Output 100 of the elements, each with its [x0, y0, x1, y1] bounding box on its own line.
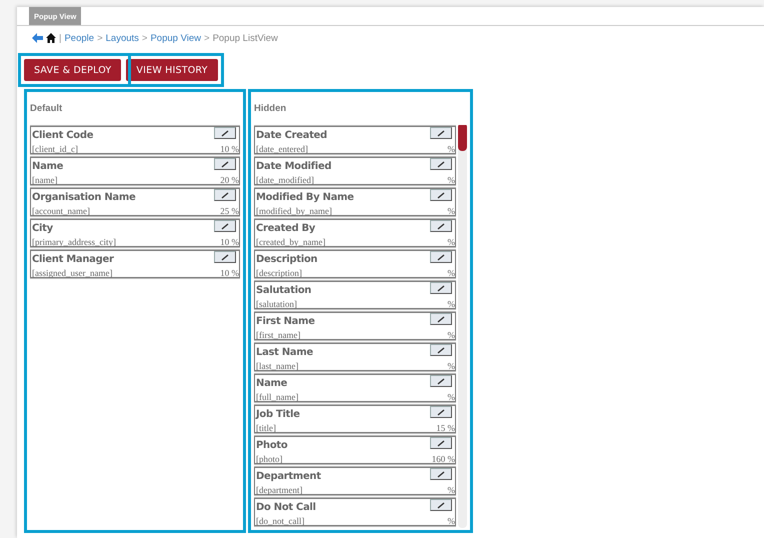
- edit-button[interactable]: [430, 189, 452, 201]
- field-card[interactable]: Name [full_name] %: [254, 374, 456, 402]
- edit-button[interactable]: [430, 127, 452, 139]
- field-label: Client Manager: [32, 254, 114, 265]
- edit-button[interactable]: [430, 406, 452, 418]
- back-icon[interactable]: [32, 33, 43, 43]
- field-label: Do Not Call: [256, 502, 316, 513]
- field-card[interactable]: Department [department] %: [254, 467, 456, 495]
- field-card[interactable]: Date Created [date_entered] %: [254, 126, 456, 154]
- field-width: %: [448, 361, 455, 371]
- action-button[interactable]: VIEW HISTORY: [126, 59, 218, 81]
- field-card[interactable]: Last Name [last_name] %: [254, 343, 456, 371]
- pencil-icon: [437, 470, 445, 478]
- field-card[interactable]: Client Code [client_id_c] 10 %: [30, 126, 240, 154]
- breadcrumb-separator: >: [142, 32, 148, 44]
- field-width: 20 %: [220, 175, 239, 185]
- breadcrumb-separator: >: [204, 32, 210, 44]
- breadcrumb-link[interactable]: Popup View: [150, 32, 201, 44]
- edit-button[interactable]: [214, 127, 236, 139]
- pencil-icon: [437, 408, 445, 416]
- field-name: [description]: [256, 268, 302, 278]
- field-name: [date_modified]: [256, 175, 314, 185]
- home-icon[interactable]: [46, 33, 56, 43]
- field-name: [primary_address_city]: [32, 237, 116, 247]
- scrollbar-thumb[interactable]: [458, 125, 467, 151]
- edit-button[interactable]: [214, 251, 236, 263]
- field-label: Salutation: [256, 285, 312, 296]
- field-label: Description: [256, 254, 318, 265]
- field-card[interactable]: First Name [first_name] %: [254, 312, 456, 340]
- field-name: [modified_by_name]: [256, 206, 332, 216]
- field-width: %: [448, 330, 455, 340]
- action-button[interactable]: SAVE & DEPLOY: [24, 59, 122, 81]
- field-card[interactable]: Client Manager [assigned_user_name] 10 %: [30, 250, 240, 278]
- field-label: Name: [256, 378, 288, 389]
- field-width: %: [448, 237, 455, 247]
- pencil-icon: [221, 222, 229, 230]
- edit-button[interactable]: [430, 437, 452, 449]
- field-name: [account_name]: [32, 206, 90, 216]
- pencil-icon: [437, 192, 445, 198]
- pencil-icon: [437, 254, 445, 260]
- pencil-icon: [437, 440, 445, 446]
- field-card[interactable]: Photo [photo] 160 %: [254, 436, 456, 464]
- field-card[interactable]: Created By [created_by_name] %: [254, 219, 456, 247]
- edit-button[interactable]: [214, 158, 236, 170]
- field-label: Name: [32, 161, 64, 172]
- field-card[interactable]: City [primary_address_city] 10 %: [30, 219, 240, 247]
- field-card[interactable]: Date Modified [date_modified] %: [254, 157, 456, 185]
- field-name: [name]: [32, 175, 58, 185]
- field-width: %: [448, 175, 455, 185]
- breadcrumb-link[interactable]: Layouts: [106, 32, 139, 44]
- scrollbar[interactable]: [458, 125, 467, 528]
- edit-button[interactable]: [214, 189, 236, 201]
- edit-button[interactable]: [430, 468, 452, 480]
- field-card[interactable]: Job Title [title] 15 %: [254, 405, 456, 433]
- field-width: %: [448, 516, 455, 526]
- breadcrumb-divider: |: [59, 32, 62, 44]
- edit-button[interactable]: [430, 313, 452, 325]
- edit-button[interactable]: [430, 344, 452, 356]
- field-card[interactable]: Modified By Name [modified_by_name] %: [254, 188, 456, 216]
- breadcrumb-link[interactable]: People: [64, 32, 94, 44]
- field-width: 15 %: [436, 423, 455, 433]
- column-title: Default: [30, 103, 64, 116]
- pencil-icon: [437, 160, 445, 168]
- edit-button[interactable]: [430, 499, 452, 511]
- pencil-icon: [221, 254, 229, 260]
- pencil-icon: [221, 192, 229, 198]
- pencil-icon: [437, 502, 445, 508]
- field-label: Client Code: [32, 130, 94, 141]
- pencil-icon: [437, 130, 445, 136]
- field-card[interactable]: Salutation [salutation] %: [254, 281, 456, 309]
- field-width: %: [448, 268, 455, 278]
- field-label: Date Modified: [256, 161, 332, 172]
- field-name: [full_name]: [256, 392, 298, 402]
- field-name: [date_entered]: [256, 144, 308, 154]
- field-name: [client_id_c]: [32, 144, 78, 154]
- field-width: 10 %: [220, 144, 239, 154]
- edit-button[interactable]: [430, 375, 452, 387]
- field-width: %: [448, 144, 455, 154]
- field-name: [photo]: [256, 454, 282, 464]
- edit-button[interactable]: [430, 158, 452, 170]
- field-width: %: [448, 299, 455, 309]
- field-label: Department: [256, 471, 321, 482]
- field-card[interactable]: Do Not Call [do_not_call] %: [254, 498, 456, 526]
- field-card[interactable]: Name [name] 20 %: [30, 157, 240, 185]
- field-label: First Name: [256, 316, 315, 327]
- field-width: 10 %: [220, 268, 239, 278]
- field-label: Photo: [256, 440, 288, 451]
- field-label: Date Created: [256, 130, 328, 141]
- field-card[interactable]: Organisation Name [account_name] 25 %: [30, 188, 240, 216]
- breadcrumb-separator: >: [97, 32, 103, 44]
- field-card[interactable]: Description [description] %: [254, 250, 456, 278]
- edit-button[interactable]: [430, 220, 452, 232]
- field-name: [salutation]: [256, 299, 297, 309]
- field-label: Created By: [256, 223, 316, 234]
- pencil-icon: [437, 284, 445, 292]
- pencil-icon: [221, 160, 229, 168]
- edit-button[interactable]: [214, 220, 236, 232]
- edit-button[interactable]: [430, 282, 452, 294]
- field-name: [last_name]: [256, 361, 298, 371]
- edit-button[interactable]: [430, 251, 452, 263]
